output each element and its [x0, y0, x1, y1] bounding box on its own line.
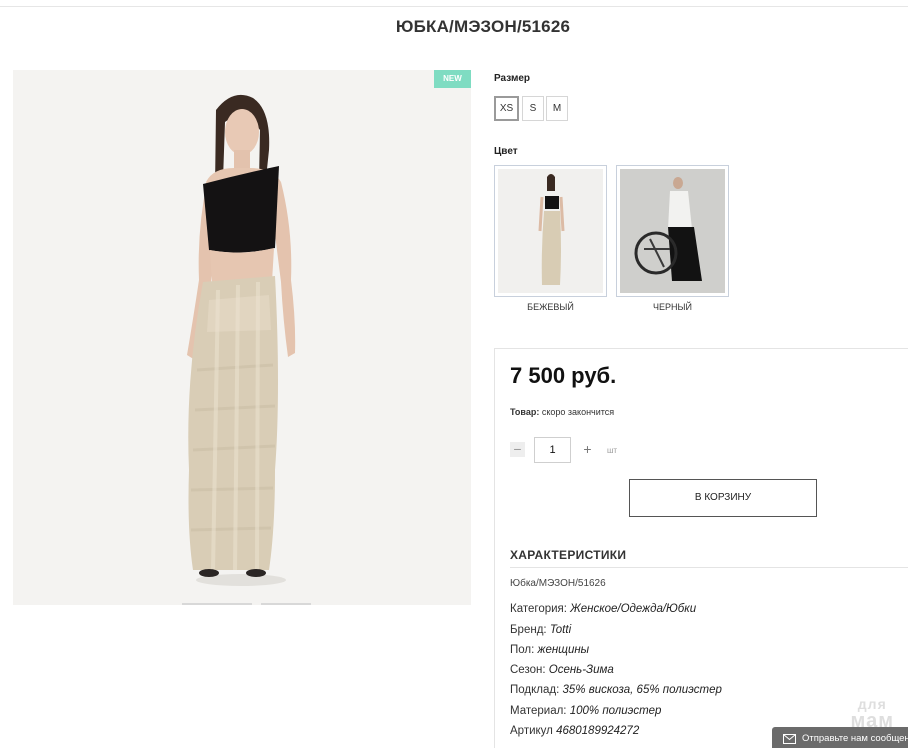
black-swatch-image: [620, 169, 725, 293]
spec-key: Материал:: [510, 705, 567, 717]
spec-value: женщины: [537, 644, 590, 656]
spec-row-season: Сезон: Осень-Зима: [510, 664, 614, 676]
spec-key: Сезон:: [510, 664, 546, 676]
size-option-s[interactable]: S: [522, 96, 544, 121]
color-name-black: ЧЕРНЫЙ: [653, 302, 692, 312]
spec-key: Артикул: [510, 725, 553, 737]
stock-status: Товар: скоро закончится: [510, 407, 614, 417]
gallery-indicator-2[interactable]: [261, 603, 311, 605]
price: 7 500 руб.: [510, 363, 617, 388]
spec-key: Категория:: [510, 603, 567, 615]
color-swatch-black[interactable]: [616, 165, 729, 297]
spec-row-brand: Бренд: Totti: [510, 624, 571, 636]
size-label: Размер: [494, 73, 531, 84]
stock-value: скоро закончится: [541, 407, 615, 417]
gallery-indicator-1[interactable]: [182, 603, 252, 605]
add-to-cart-button[interactable]: В КОРЗИНУ: [629, 479, 817, 517]
product-main-photo[interactable]: NEW: [13, 70, 471, 605]
spec-row-category: Категория: Женское/Одежда/Юбки: [510, 603, 696, 615]
watermark-logo: для мам: [851, 696, 894, 731]
color-swatch-beige[interactable]: [494, 165, 607, 297]
qty-decrease-button[interactable]: −: [510, 442, 525, 457]
size-option-xs[interactable]: XS: [494, 96, 519, 121]
spec-value: Осень-Зима: [548, 664, 614, 676]
spec-value: 100% полиэстер: [569, 705, 662, 717]
feedback-label: Отправьте нам сообщение: [802, 733, 908, 744]
spec-row-gender: Пол: женщины: [510, 644, 589, 656]
quantity-input[interactable]: [534, 437, 571, 463]
qty-increase-button[interactable]: +: [580, 442, 595, 457]
spec-value: 4680189924272: [556, 725, 640, 737]
color-name-beige: БЕЖЕВЫЙ: [527, 302, 574, 312]
page-title: ЮБКА/МЭЗОН/51626: [395, 17, 571, 36]
specs-title: ХАРАКТЕРИСТИКИ: [510, 548, 627, 562]
spec-value: 35% вискоза, 65% полиэстер: [562, 684, 722, 696]
mail-icon: [783, 734, 796, 744]
spec-value: Totti: [549, 624, 572, 636]
color-label: Цвет: [494, 146, 518, 157]
new-badge: NEW: [434, 70, 471, 88]
model-beige-skirt-image: [13, 70, 471, 605]
stock-label: Товар:: [510, 407, 540, 417]
size-option-m[interactable]: M: [546, 96, 568, 121]
spec-row-material: Материал: 100% полиэстер: [510, 705, 661, 717]
spec-key: Подклад:: [510, 684, 560, 696]
beige-swatch-image: [498, 169, 603, 293]
spec-row-article: Артикул 4680189924272: [510, 725, 639, 737]
feedback-widget-button[interactable]: Отправьте нам сообщение: [772, 727, 908, 748]
spec-key: Пол:: [510, 644, 535, 656]
specs-sku-line: Юбка/МЭЗОН/51626: [510, 578, 606, 589]
spec-key: Бренд:: [510, 624, 547, 636]
spec-row-lining: Подклад: 35% вискоза, 65% полиэстер: [510, 684, 722, 696]
qty-unit: шт: [607, 446, 618, 455]
spec-value: Женское/Одежда/Юбки: [570, 603, 697, 615]
top-divider: [0, 6, 908, 7]
specs-divider: [510, 567, 908, 568]
